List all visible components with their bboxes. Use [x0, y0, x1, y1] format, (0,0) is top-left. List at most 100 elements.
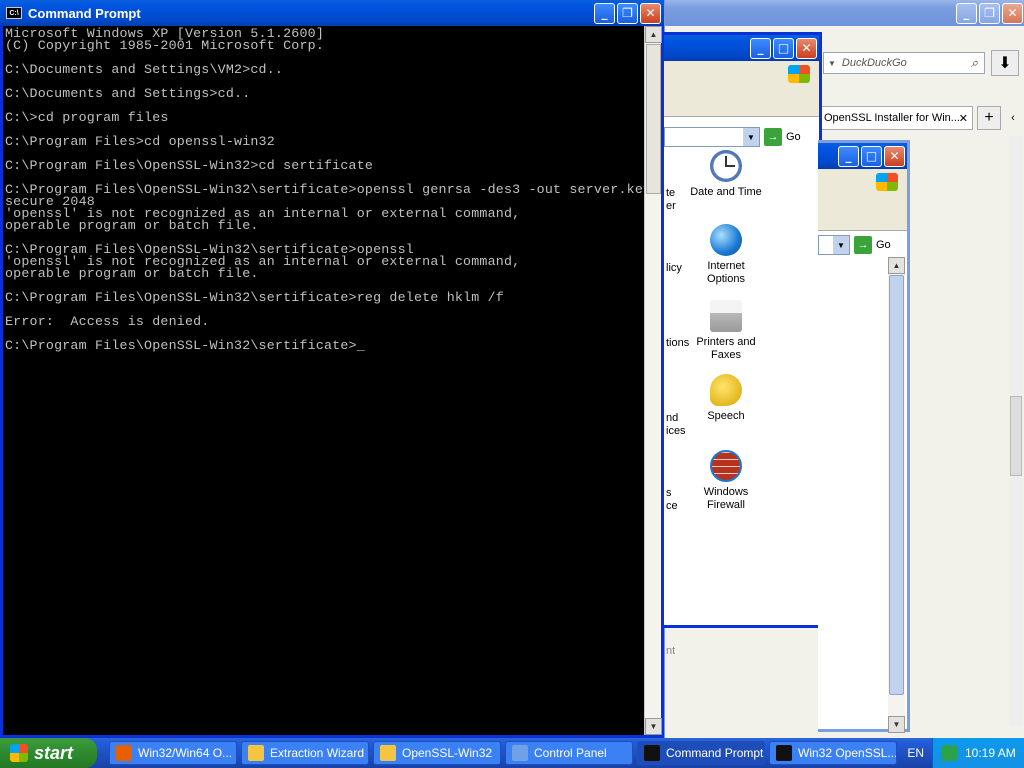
cmd-icon: [644, 745, 660, 761]
cmd-titlebar[interactable]: C:\ Command Prompt _ ❐ ✕: [0, 0, 664, 26]
explorer-2-titlebar[interactable]: _ □ ✕: [818, 143, 907, 169]
taskbar-button[interactable]: Win32 OpenSSL...: [769, 741, 897, 765]
cut-label: licy: [666, 262, 682, 274]
restore-icon[interactable]: ❐: [979, 2, 1000, 24]
taskbar-button[interactable]: Control Panel: [505, 741, 633, 765]
minimize-icon[interactable]: _: [594, 2, 615, 24]
console-line: C:\Program Files\OpenSSL-Win32>cd sertif…: [5, 158, 374, 173]
minimize-icon[interactable]: _: [956, 2, 977, 24]
cp-item-label: Internet Options: [707, 260, 745, 285]
speech-item[interactable]: Speech: [686, 374, 766, 423]
language-indicator[interactable]: EN: [907, 746, 924, 760]
cmd-scrollbar[interactable]: ▲ ▼: [644, 26, 662, 735]
close-icon[interactable]: ✕: [796, 37, 817, 59]
cut-label: ices: [666, 425, 686, 437]
close-icon[interactable]: ✕: [640, 2, 661, 24]
tab-scroll-left-button[interactable]: ‹: [1003, 106, 1023, 130]
tab-close-icon[interactable]: ✕: [959, 112, 968, 125]
folder-icon: [380, 745, 396, 761]
cut-label: te: [666, 187, 676, 199]
browser-tab[interactable]: OpenSSL Installer for Win... ✕: [819, 106, 973, 130]
address-dropdown-icon[interactable]: ▼: [743, 128, 759, 146]
go-arrow-icon: →: [764, 128, 782, 146]
start-button[interactable]: start: [0, 738, 97, 768]
scroll-down-icon[interactable]: ▼: [888, 716, 905, 733]
ex2-go-button[interactable]: → Go: [854, 235, 891, 255]
console-line: (C) Copyright 1985-2001 Microsoft Corp.: [5, 38, 324, 53]
cut-label: ce: [666, 500, 678, 512]
cp-go-button[interactable]: → Go: [764, 127, 801, 147]
clock-icon: [710, 150, 742, 182]
console-output[interactable]: Microsoft Windows XP [Version 5.1.2600](…: [3, 26, 644, 735]
console-line: C:\Documents and Settings>cd..: [5, 86, 251, 101]
cp-item-label: Windows Firewall: [703, 486, 749, 511]
go-arrow-icon: →: [854, 236, 872, 254]
taskbar-button-label: Command Prompt: [666, 746, 764, 760]
search-icon[interactable]: ⌕: [971, 55, 978, 71]
cut-label: s: [666, 487, 672, 499]
explorer-window-2: _ □ ✕ ▼ → Go ▲ ▼: [818, 140, 910, 733]
console-line: operable program or batch file.: [5, 218, 259, 233]
dropdown-arrow-icon[interactable]: ▼: [828, 59, 836, 68]
speech-icon: [710, 374, 742, 406]
scroll-down-icon[interactable]: ▼: [645, 718, 662, 735]
tab-label: OpenSSL Installer for Win...: [824, 112, 960, 124]
cut-label: er: [666, 200, 676, 212]
clock[interactable]: 10:19 AM: [965, 746, 1016, 760]
globe-icon: [710, 224, 742, 256]
console-line: operable program or batch file.: [5, 266, 259, 281]
search-input[interactable]: DuckDuckGo: [842, 57, 907, 69]
taskbar-button[interactable]: Win32/Win64 O...: [109, 741, 237, 765]
cut-label: tions: [666, 337, 690, 349]
cp-item-label: Speech: [707, 410, 745, 422]
date-and-time-item[interactable]: Date and Time: [686, 150, 766, 199]
printer-icon: [710, 300, 742, 332]
close-icon[interactable]: ✕: [884, 145, 905, 167]
address-dropdown-icon[interactable]: ▼: [833, 236, 849, 254]
taskbar-button-label: Win32 OpenSSL...: [798, 746, 897, 760]
console-line: C:\Program Files\OpenSSL-Win32\sertifica…: [5, 290, 504, 305]
cmd-icon: C:\: [6, 7, 22, 19]
maximize-icon[interactable]: □: [861, 145, 882, 167]
scroll-up-icon[interactable]: ▲: [888, 257, 905, 274]
windows-firewall-item[interactable]: Windows Firewall: [686, 450, 766, 512]
task-list: Win32/Win64 O... Extraction Wizard OpenSSL…: [105, 741, 897, 765]
taskbar-button[interactable]: Extraction Wizard: [241, 741, 369, 765]
minimize-icon[interactable]: _: [838, 145, 859, 167]
scroll-up-icon[interactable]: ▲: [645, 26, 662, 43]
cp-toolbar: [664, 61, 819, 117]
system-tray: 10:19 AM: [932, 738, 1024, 768]
scroll-thumb[interactable]: [646, 44, 661, 194]
cp-item-label: Date and Time: [690, 186, 762, 198]
close-icon[interactable]: ✕: [1002, 2, 1023, 24]
browser-scrollbar[interactable]: [1009, 136, 1023, 726]
console-line: Error: Access is denied.: [5, 314, 210, 329]
ex2-scrollbar[interactable]: ▲ ▼: [888, 257, 905, 733]
cmd-icon: [776, 745, 792, 761]
go-label: Go: [786, 131, 801, 143]
cp-address-bar[interactable]: ▼: [664, 127, 760, 147]
console-line: C:\Program Files\OpenSSL-Win32\sertifica…: [5, 338, 365, 353]
cut-label: nd: [666, 412, 679, 424]
ex2-address-bar[interactable]: ▼: [818, 235, 850, 255]
scroll-thumb[interactable]: [1010, 396, 1022, 476]
minimize-icon[interactable]: _: [750, 37, 771, 59]
network-icon[interactable]: [941, 745, 957, 761]
taskbar-button[interactable]: OpenSSL-Win32: [373, 741, 501, 765]
internet-options-item[interactable]: Internet Options: [686, 224, 766, 286]
control-panel-titlebar[interactable]: _ □ ✕: [664, 35, 819, 61]
maximize-icon[interactable]: □: [773, 37, 794, 59]
taskbar-button-label: Extraction Wizard: [270, 746, 365, 760]
taskbar-button[interactable]: Command Prompt: [637, 741, 765, 765]
restore-icon[interactable]: ❐: [617, 2, 638, 24]
search-box[interactable]: ▼ DuckDuckGo ⌕: [823, 52, 985, 74]
go-label: Go: [876, 239, 891, 251]
download-button[interactable]: ⬇: [991, 50, 1019, 76]
command-prompt-window: C:\ Command Prompt _ ❐ ✕ Microsoft Windo…: [0, 0, 664, 738]
printers-and-faxes-item[interactable]: Printers and Faxes: [686, 300, 766, 362]
browser-titlebar[interactable]: _ ❐ ✕: [665, 0, 1024, 26]
scroll-thumb[interactable]: [889, 275, 904, 695]
firewall-icon: [710, 450, 742, 482]
windows-logo-icon: [788, 65, 810, 83]
new-tab-button[interactable]: +: [977, 106, 1001, 130]
